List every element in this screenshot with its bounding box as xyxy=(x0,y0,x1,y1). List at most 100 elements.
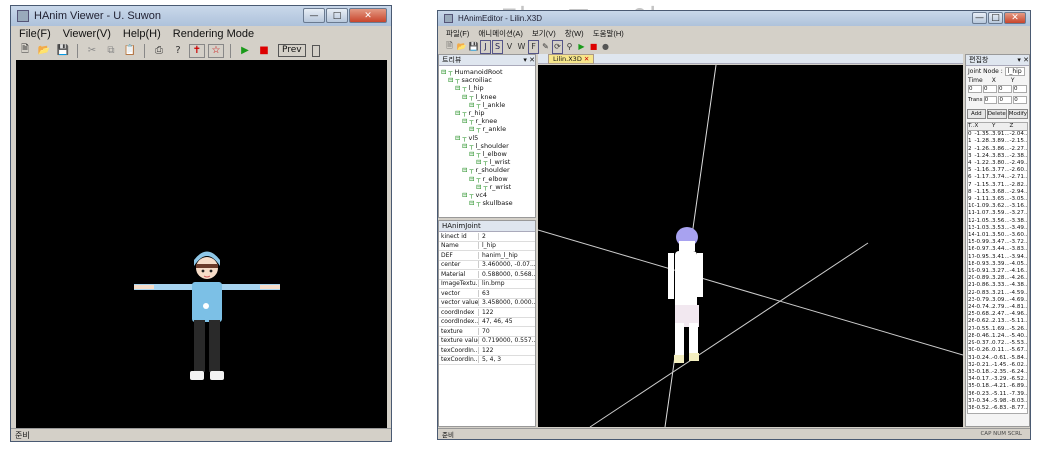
tree-node[interactable]: ⊟ ┬ r_wrist xyxy=(441,183,533,191)
tree-node[interactable]: ⊟ ┬ l_hip xyxy=(441,84,533,92)
select-icon[interactable]: ✎ xyxy=(540,40,551,54)
tab-close-icon[interactable]: ✕ xyxy=(584,55,589,63)
menu-file[interactable]: File(F) xyxy=(19,28,51,40)
maximize-button[interactable]: □ xyxy=(988,12,1003,24)
menu-rendering-mode[interactable]: Rendering Mode xyxy=(173,28,254,40)
title-bar[interactable]: HAnimEditor - Lilin.X3D — □ ✕ xyxy=(438,11,1030,26)
tree-node[interactable]: ⊟ ┬ r_knee xyxy=(441,117,533,125)
table-row[interactable]: 13-1.03...3.53...-3.49... xyxy=(968,225,1027,232)
table-row[interactable]: 26-0.62...2.13...-5.11... xyxy=(968,318,1027,325)
table-row[interactable]: 19-0.91...3.27...-4.16... xyxy=(968,268,1027,275)
document-tab[interactable]: Lilin.X3D ✕ xyxy=(548,54,595,64)
property-value[interactable]: 122 xyxy=(479,309,535,316)
table-row[interactable]: 18-0.93...3.39...-4.05... xyxy=(968,261,1027,268)
menu-viewer[interactable]: Viewer(V) xyxy=(63,28,111,40)
stop-icon[interactable]: ■ xyxy=(256,44,272,58)
table-row[interactable]: 23-0.79...3.09...-4.69... xyxy=(968,297,1027,304)
table-row[interactable]: 38-0.52...-6.83...-8.77... xyxy=(968,405,1027,412)
tree-node[interactable]: ⊟ ┬ l_ankle xyxy=(441,101,533,109)
translate-z-input[interactable]: 0 xyxy=(1013,96,1027,104)
delete-button[interactable]: Delete xyxy=(986,109,1007,119)
pin-icon[interactable]: ▾ ✕ xyxy=(523,56,535,64)
property-row[interactable]: coordIndex... 47, 46, 45 xyxy=(439,318,535,327)
property-value[interactable]: 122 xyxy=(479,347,535,354)
property-value[interactable]: 3.458000, 0.000... xyxy=(479,299,535,306)
table-row[interactable]: 24-0.74...2.79...-4.81... xyxy=(968,304,1027,311)
menu-file[interactable]: 파일(F) xyxy=(446,28,469,39)
minimize-button[interactable]: — xyxy=(972,12,987,24)
tree-node[interactable]: ⊟ ┬ r_ankle xyxy=(441,125,533,133)
table-row[interactable]: 33-0.18...-2.35...-6.24... xyxy=(968,369,1027,376)
menu-window[interactable]: 창(W) xyxy=(565,28,584,39)
tree-node[interactable]: ⊟ ┬ HumanoidRoot xyxy=(441,68,533,76)
property-row[interactable]: texture 70 xyxy=(439,327,535,337)
property-value[interactable]: 0.588000, 0.568... xyxy=(479,271,535,278)
vertex-v-icon[interactable]: V xyxy=(504,40,515,54)
property-row[interactable]: vector value 3.458000, 0.000... xyxy=(439,299,535,308)
stop-icon[interactable]: ■ xyxy=(588,40,599,54)
property-row[interactable]: texCoordIn... 122 xyxy=(439,346,535,356)
joint-tree[interactable]: ⊟ ┬ HumanoidRoot ⊟ ┬ sacroiliac ⊟ ┬ l_hip ⊟… xyxy=(439,66,535,209)
property-row[interactable]: DEF hanim_l_hip xyxy=(439,251,535,261)
property-row[interactable]: Name l_hip xyxy=(439,242,535,251)
3d-viewport[interactable] xyxy=(538,65,963,427)
table-row[interactable]: 30-0.26...0.11...-5.67... xyxy=(968,347,1027,354)
help-icon[interactable]: ? xyxy=(170,44,186,58)
property-value[interactable]: 47, 46, 45 xyxy=(479,318,535,325)
table-row[interactable]: 29-0.37...0.72...-5.53... xyxy=(968,340,1027,347)
tree-node[interactable]: ⊟ ┬ r_hip xyxy=(441,109,533,117)
table-row[interactable]: 32-0.21...-1.45...-6.02... xyxy=(968,362,1027,369)
property-value[interactable]: 5, 4, 3 xyxy=(479,356,535,363)
joint-j-icon[interactable]: J xyxy=(480,39,491,54)
table-row[interactable]: 3-1.24...3.83...-2.38... xyxy=(968,153,1027,160)
property-value[interactable]: lin.bmp xyxy=(479,280,535,287)
play-icon[interactable]: ▶ xyxy=(237,44,253,58)
z-input[interactable]: 0 xyxy=(1013,85,1027,93)
new-file-icon[interactable]: 🗎 xyxy=(17,44,33,58)
tree-node[interactable]: ⊟ ┬ vc4 xyxy=(441,191,533,199)
property-row[interactable]: ImageTextu... lin.bmp xyxy=(439,280,535,289)
open-folder-icon[interactable]: 📂 xyxy=(36,44,52,58)
tree-node[interactable]: ⊟ ┬ sacroiliac xyxy=(441,76,533,84)
save-icon[interactable]: 💾 xyxy=(468,40,479,54)
property-row[interactable]: texture value 0.719000, 0.557... xyxy=(439,337,535,346)
copy-icon[interactable]: ⧉ xyxy=(103,44,119,58)
table-row[interactable]: 27-0.55...1.69...-5.26... xyxy=(968,326,1027,333)
table-row[interactable]: 15-0.99...3.47...-3.72... xyxy=(968,239,1027,246)
table-row[interactable]: 20-0.89...3.28...-4.26... xyxy=(968,275,1027,282)
skeleton-icon[interactable]: ✝ xyxy=(189,43,205,58)
table-row[interactable]: 17-0.95...3.41...-3.94... xyxy=(968,254,1027,261)
maximize-button[interactable]: □ xyxy=(326,8,348,23)
y-input[interactable]: 0 xyxy=(998,85,1012,93)
keyframe-table[interactable]: T...XYZ0-1.35...3.91...-2.04...1-1.28...… xyxy=(967,122,1028,414)
close-button[interactable]: ✕ xyxy=(1004,12,1026,24)
rotate-icon[interactable]: ⟳ xyxy=(552,39,563,54)
table-row[interactable]: 0-1.35...3.91...-2.04... xyxy=(968,131,1027,138)
pin-icon[interactable]: ▾ ✕ xyxy=(1017,56,1029,64)
menu-view[interactable]: 보기(V) xyxy=(532,28,556,39)
save-icon[interactable]: 💾 xyxy=(55,44,71,58)
tree-node[interactable]: ⊟ ┬ vl5 xyxy=(441,134,533,142)
property-value[interactable]: hanim_l_hip xyxy=(479,252,535,259)
property-value[interactable]: 70 xyxy=(479,328,535,335)
print-icon[interactable]: ⎙ xyxy=(151,44,167,58)
property-value[interactable]: 3.460000, -0.07... xyxy=(479,261,535,268)
table-row[interactable]: 31-0.24...-0.61...-5.84... xyxy=(968,355,1027,362)
property-row[interactable]: Material 0.588000, 0.568... xyxy=(439,270,535,280)
new-file-icon[interactable]: 🗎 xyxy=(444,40,455,54)
x-input[interactable]: 0 xyxy=(983,85,997,93)
tree-node[interactable]: ⊟ ┬ l_shoulder xyxy=(441,142,533,150)
add-button[interactable]: Add xyxy=(967,109,986,119)
properties-grid[interactable]: kinect id 2 Name l_hip DEF hanim_l_hip center 3… xyxy=(439,232,535,365)
open-folder-icon[interactable]: 📂 xyxy=(456,40,467,54)
table-row[interactable]: 12-1.05...3.56...-3.38... xyxy=(968,218,1027,225)
figure-icon[interactable]: ☆ xyxy=(208,43,224,58)
table-row[interactable]: 37-0.34...-5.98...-8.03... xyxy=(968,398,1027,405)
table-row[interactable]: 22-0.83...3.21...-4.59... xyxy=(968,290,1027,297)
tree-node[interactable]: ⊟ ┬ l_elbow xyxy=(441,150,533,158)
table-row[interactable]: 35-0.18...-4.21...-6.89... xyxy=(968,383,1027,390)
title-bar[interactable]: HAnim Viewer - U. Suwon — □ ✕ xyxy=(11,6,391,26)
table-row[interactable]: 28-0.46...1.24...-5.40... xyxy=(968,333,1027,340)
menu-animation[interactable]: 애니메이션(A) xyxy=(478,28,523,39)
zoom-icon[interactable]: ⚲ xyxy=(564,40,575,54)
